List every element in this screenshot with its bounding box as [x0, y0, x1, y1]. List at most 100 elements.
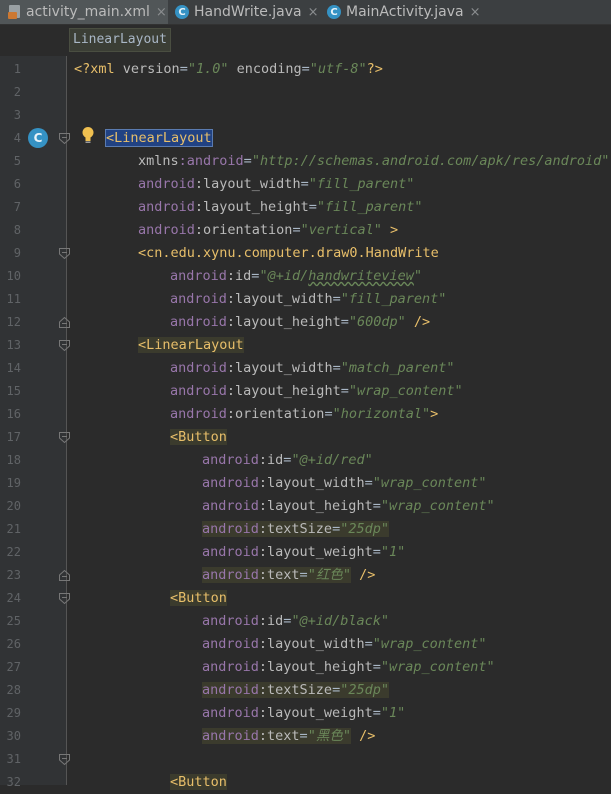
code-token: =	[332, 682, 341, 698]
line-number: 25	[6, 614, 21, 628]
tab-activity-main-xml[interactable]: activity_main.xml ×	[0, 0, 168, 24]
code-token: />	[350, 728, 376, 744]
code-text: android:layout_width="fill_parent"	[138, 173, 414, 196]
line-number: 29	[6, 706, 21, 720]
code-line[interactable]: 19 android:layout_width="wrap_content"	[0, 472, 611, 495]
fold-open-icon[interactable]	[59, 133, 70, 144]
code-line[interactable]: 18 android:id="@+id/red"	[0, 449, 611, 472]
tab-handwrite-java[interactable]: C HandWrite.java ×	[175, 0, 319, 24]
code-line[interactable]: 28 android:textSize="25dp"	[0, 679, 611, 702]
code-line[interactable]: 22 android:layout_weight="1"	[0, 541, 611, 564]
code-token: =	[364, 636, 373, 652]
fold-close-icon[interactable]	[59, 570, 70, 581]
code-line[interactable]: 17 <Button	[0, 426, 611, 449]
code-token: :layout_width	[226, 360, 333, 376]
fold-close-icon[interactable]	[59, 317, 70, 328]
code-line[interactable]: 13 <LinearLayout	[0, 334, 611, 357]
lightbulb-icon[interactable]	[81, 126, 95, 144]
code-line[interactable]: 5 xmlns:android="http://schemas.android.c…	[0, 150, 611, 173]
code-line[interactable]: 7 android:layout_height="fill_parent"	[0, 196, 611, 219]
line-number: 7	[13, 200, 21, 214]
code-token: android	[170, 268, 227, 284]
code-line[interactable]: 1 <?xml version="1.0" encoding="utf-8"?>	[0, 58, 611, 81]
code-token: "wrap_content"	[380, 498, 495, 514]
code-line[interactable]: 26 android:layout_width="wrap_content"	[0, 633, 611, 656]
code-token: =	[299, 728, 308, 744]
code-line[interactable]: 31	[0, 748, 611, 771]
code-line[interactable]: 16 android:orientation="horizontal">	[0, 403, 611, 426]
code-token: =	[292, 222, 301, 238]
code-line[interactable]: 6 android:layout_width="fill_parent"	[0, 173, 611, 196]
code-line[interactable]: 32 <Button	[0, 771, 611, 794]
code-line[interactable]: 12 android:layout_height="600dp" />	[0, 311, 611, 334]
code-token: "vertical"	[300, 222, 382, 238]
code-token: android	[202, 682, 259, 698]
code-token: android	[202, 521, 259, 537]
code-text: <?xml version="1.0" encoding="utf-8"?>	[74, 58, 383, 81]
code-line[interactable]: 2	[0, 81, 611, 104]
code-text: <LinearLayout	[105, 127, 213, 150]
code-token: "@+id/red"	[291, 452, 373, 468]
code-token: :id	[226, 268, 252, 284]
line-number: 11	[6, 292, 21, 306]
code-text: android:textSize="25dp"	[202, 679, 389, 702]
code-line[interactable]: 30 android:text="黑色" />	[0, 725, 611, 748]
code-line[interactable]: 20 android:layout_height="wrap_content"	[0, 495, 611, 518]
code-line[interactable]: 3	[0, 104, 611, 127]
line-number: 6	[13, 177, 21, 191]
fold-open-icon[interactable]	[59, 593, 70, 604]
line-number: 21	[6, 522, 21, 536]
code-token: =	[364, 475, 373, 491]
code-token: ?>	[366, 61, 383, 77]
code-line[interactable]: 9 <cn.edu.xynu.computer.draw0.HandWrite	[0, 242, 611, 265]
code-line[interactable]: 29 android:layout_weight="1"	[0, 702, 611, 725]
line-number: 13	[6, 338, 21, 352]
code-text: android:layout_width="fill_parent"	[170, 288, 446, 311]
fold-open-icon[interactable]	[59, 248, 70, 259]
fold-open-icon[interactable]	[59, 340, 70, 351]
line-number: 19	[6, 476, 21, 490]
code-token: "25dp"	[340, 521, 389, 537]
code-line[interactable]: 8 android:orientation="vertical" >	[0, 219, 611, 242]
code-line[interactable]: 23 android:text="红色" />	[0, 564, 611, 587]
fold-open-icon[interactable]	[59, 432, 70, 443]
code-line[interactable]: 27 android:layout_height="wrap_content"	[0, 656, 611, 679]
close-icon[interactable]: ×	[470, 5, 481, 20]
code-text: android:layout_weight="1"	[202, 541, 405, 564]
breadcrumb[interactable]: LinearLayout	[69, 28, 171, 52]
code-line[interactable]: 25 android:id="@+id/black"	[0, 610, 611, 633]
code-line[interactable]: 15 android:layout_height="wrap_content"	[0, 380, 611, 403]
fold-open-icon[interactable]	[59, 754, 70, 765]
line-number: 1	[13, 62, 21, 76]
code-token: android	[202, 705, 259, 721]
code-text: android:text="红色" />	[202, 564, 375, 587]
code-line[interactable]: 10 android:id="@+id/handwriteview"	[0, 265, 611, 288]
code-line[interactable]: 14 android:layout_width="match_parent"	[0, 357, 611, 380]
code-token: :text	[258, 728, 300, 744]
line-number: 14	[6, 361, 21, 375]
class-gutter-icon[interactable]: C	[28, 128, 48, 148]
code-token: android	[202, 613, 259, 629]
tab-mainactivity-java[interactable]: C MainActivity.java ×	[327, 0, 480, 24]
code-token: <?xml	[74, 61, 123, 77]
code-token: "@+id/	[259, 268, 309, 284]
code-line[interactable]: 24 <Button	[0, 587, 611, 610]
code-token: android	[170, 291, 227, 307]
code-token: =	[299, 567, 308, 583]
code-token: :layout_width	[226, 291, 333, 307]
code-line[interactable]: 21 android:textSize="25dp"	[0, 518, 611, 541]
line-number: 18	[6, 453, 21, 467]
code-token: =	[301, 61, 310, 77]
code-text: <LinearLayout	[138, 334, 244, 357]
code-token: android	[170, 383, 227, 399]
code-token: "25dp"	[340, 682, 389, 698]
line-number: 16	[6, 407, 21, 421]
code-token: "wrap_content"	[372, 475, 487, 491]
code-token: :layout_height	[226, 383, 341, 399]
close-icon[interactable]: ×	[308, 5, 319, 20]
code-text: android:layout_height="600dp" />	[170, 311, 430, 334]
code-line[interactable]: 11 android:layout_width="fill_parent"	[0, 288, 611, 311]
close-icon[interactable]: ×	[156, 5, 167, 20]
line-number: 24	[6, 591, 21, 605]
line-number: 31	[6, 752, 21, 766]
